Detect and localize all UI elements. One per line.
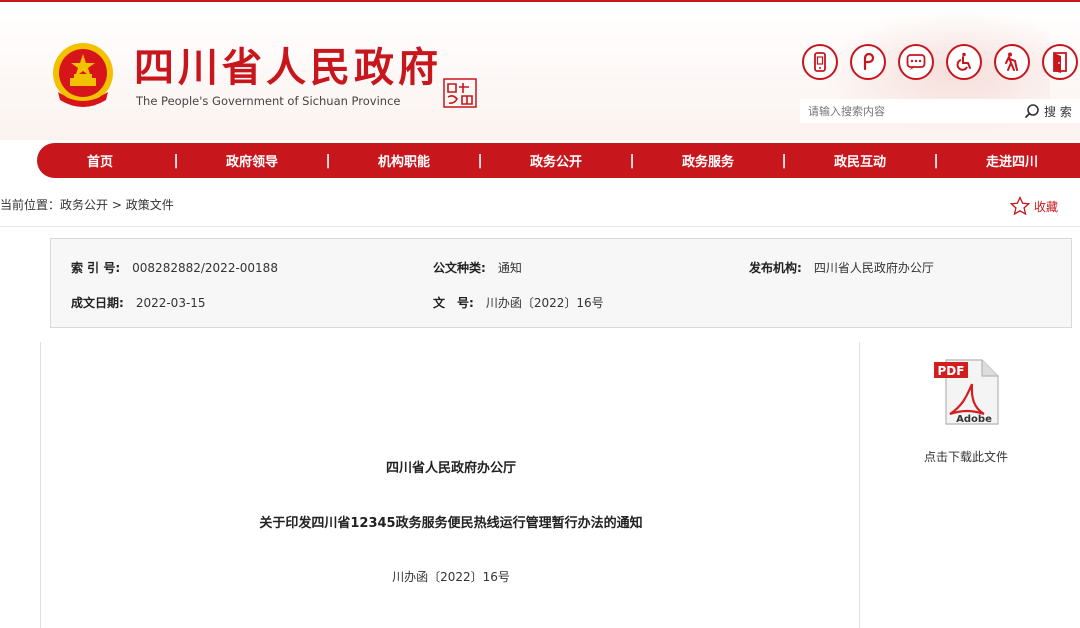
breadcrumb-item-gov-affairs[interactable]: 政务公开 — [60, 198, 108, 212]
nav-item-gov-services[interactable]: 政务服务 — [645, 151, 771, 170]
favorite-button[interactable]: 收藏 — [1010, 196, 1058, 216]
nav-separator: | — [629, 152, 635, 169]
search-button-label: 搜 索 — [1044, 104, 1072, 119]
info-date-value: 2022-03-15 — [135, 296, 206, 310]
info-index-value: 008282882/2022-00188 — [132, 261, 278, 275]
info-publisher-label: 发布机构: — [749, 261, 802, 275]
site-title[interactable]: 四川省人民政府 — [134, 42, 442, 94]
document-number: 川办函〔2022〕16号 — [392, 570, 510, 584]
nav-separator: | — [325, 152, 331, 169]
nav-item-interaction[interactable]: 政民互动 — [797, 151, 923, 170]
nav-separator: | — [933, 152, 939, 169]
elderly-mode-icon[interactable] — [994, 44, 1030, 80]
sichuan-china-seal-icon — [443, 78, 477, 108]
mobile-icon[interactable] — [802, 44, 838, 80]
info-docno-value: 川办函〔2022〕16号 — [485, 296, 604, 310]
nav-separator: | — [477, 152, 483, 169]
wechat-message-icon[interactable] — [898, 44, 934, 80]
info-index: 索 引 号: 008282882/2022-00188 — [71, 259, 278, 276]
download-file-link[interactable]: 点击下载此文件 — [861, 448, 1071, 465]
document-title: 关于印发四川省12345政务服务便民热线运行管理暂行办法的通知 — [259, 516, 643, 531]
info-category-label: 公文种类: — [433, 261, 486, 275]
document-content: 四川省人民政府办公厅 关于印发四川省12345政务服务便民热线运行管理暂行办法的… — [40, 342, 860, 628]
breadcrumb: 当前位置：政务公开 > 政策文件 — [0, 196, 174, 213]
info-index-label: 索 引 号: — [71, 261, 121, 275]
breadcrumb-item-policy-files[interactable]: 政策文件 — [126, 198, 174, 212]
pdf-file-icon[interactable]: PDF Adobe — [932, 356, 1002, 428]
info-docno-label: 文 号: — [433, 296, 474, 310]
search-icon — [1025, 104, 1039, 118]
info-docno: 文 号: 川办函〔2022〕16号 — [433, 294, 604, 311]
nav-item-leaders[interactable]: 政府领导 — [189, 151, 315, 170]
search-button[interactable]: 搜 索 — [1024, 103, 1072, 120]
weibo-icon[interactable] — [850, 44, 886, 80]
star-icon — [1010, 196, 1030, 216]
info-category-value: 通知 — [497, 261, 522, 275]
top-icon-bar — [802, 44, 1078, 80]
divider — [0, 226, 1080, 227]
nav-item-home[interactable]: 首页 — [37, 151, 163, 170]
nav-item-gov-affairs[interactable]: 政务公开 — [493, 151, 619, 170]
site-subtitle: The People's Government of Sichuan Provi… — [136, 94, 401, 108]
nav-item-functions[interactable]: 机构职能 — [341, 151, 467, 170]
breadcrumb-separator: > — [108, 198, 126, 212]
search-input[interactable] — [800, 99, 1020, 123]
info-publisher-value: 四川省人民政府办公厅 — [813, 261, 934, 275]
info-date-label: 成文日期: — [71, 296, 124, 310]
download-sidebar: PDF Adobe 点击下载此文件 — [861, 342, 1080, 628]
document-issuer: 四川省人民政府办公厅 — [385, 461, 516, 476]
pdf-badge-text: PDF — [938, 364, 965, 378]
national-emblem-icon[interactable] — [48, 40, 118, 112]
accessibility-wheelchair-icon[interactable] — [946, 44, 982, 80]
info-date: 成文日期: 2022-03-15 — [71, 294, 206, 311]
info-publisher: 发布机构: 四川省人民政府办公厅 — [749, 259, 934, 276]
nav-item-about-sichuan[interactable]: 走进四川 — [949, 151, 1075, 170]
breadcrumb-prefix: 当前位置： — [0, 198, 61, 212]
search-box: 搜 索 — [800, 99, 1080, 123]
favorite-label: 收藏 — [1034, 199, 1059, 214]
document-info-box: 索 引 号: 008282882/2022-00188 公文种类: 通知 发布机构:… — [50, 238, 1072, 328]
main-nav: 首页 | 政府领导 | 机构职能 | 政务公开 | 政务服务 | 政民互动 | … — [37, 143, 1080, 178]
nav-separator: | — [173, 152, 179, 169]
pdf-brand-text: Adobe — [956, 414, 992, 425]
site-header: 四川省人民政府 The People's Government of Sichu… — [0, 0, 1080, 140]
nav-separator: | — [781, 152, 787, 169]
exit-door-icon[interactable] — [1042, 44, 1078, 80]
info-category: 公文种类: 通知 — [433, 259, 522, 276]
